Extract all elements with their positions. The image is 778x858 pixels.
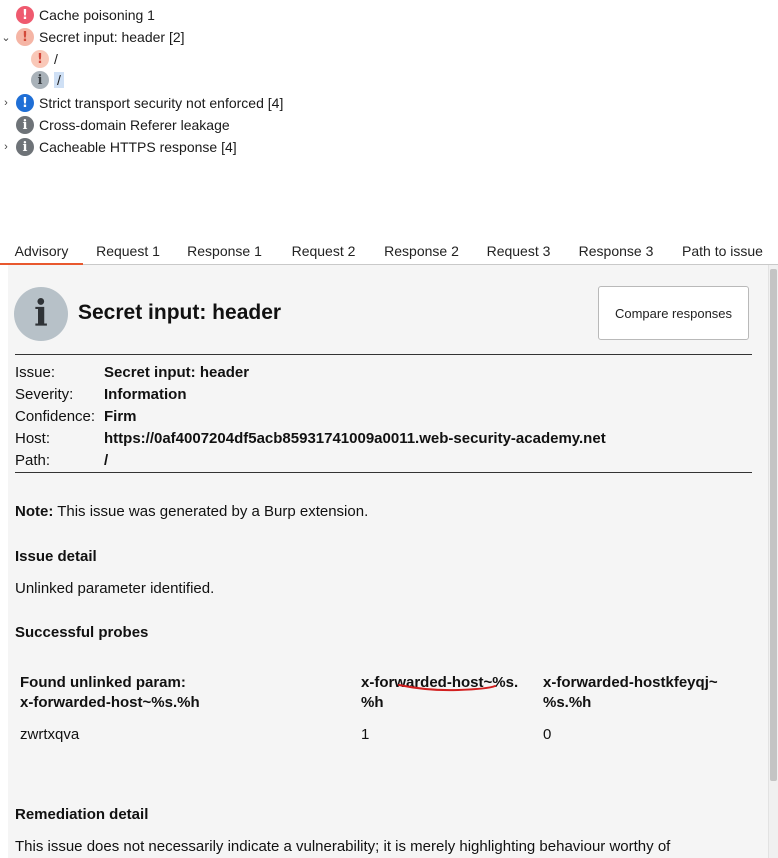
divider bbox=[15, 472, 752, 473]
detail-row-issue: Issue: Secret input: header bbox=[15, 361, 249, 383]
info-icon: i bbox=[16, 116, 34, 134]
exclamation-icon: ! bbox=[31, 50, 49, 68]
detail-key: Confidence: bbox=[15, 407, 96, 425]
tree-item-label: Secret input: header [2] bbox=[39, 29, 185, 45]
tree-item-label: / bbox=[54, 72, 64, 88]
tab-response-3[interactable]: Response 3 bbox=[565, 236, 667, 265]
exclamation-icon: ! bbox=[16, 28, 34, 46]
advisory-panel: i Secret input: header Compare responses… bbox=[8, 265, 768, 858]
tab-request-2[interactable]: Request 2 bbox=[276, 236, 371, 265]
tree-item-cacheable-https[interactable]: i Cacheable HTTPS response [4] bbox=[16, 136, 237, 158]
scrollbar-thumb[interactable] bbox=[770, 269, 777, 781]
tab-advisory[interactable]: Advisory bbox=[0, 236, 83, 265]
tab-response-1[interactable]: Response 1 bbox=[173, 236, 276, 265]
remediation-heading: Remediation detail bbox=[15, 806, 149, 823]
tree-item-cache-poisoning[interactable]: ! Cache poisoning 1 bbox=[16, 4, 155, 26]
exclamation-icon: ! bbox=[16, 94, 34, 112]
table-header-cell: x-forwarded-hostkfeyqj~ %s.%h bbox=[543, 673, 753, 713]
chevron-right-icon[interactable]: › bbox=[1, 92, 11, 114]
detail-value: Information bbox=[104, 385, 187, 403]
tree-item-label: Cacheable HTTPS response [4] bbox=[39, 139, 237, 155]
issue-detail-text: Unlinked parameter identified. bbox=[15, 580, 215, 597]
table-header-cell: Found unlinked param: x-forwarded-host~%… bbox=[20, 673, 350, 713]
tab-request-3[interactable]: Request 3 bbox=[472, 236, 565, 265]
tab-path-to-issue[interactable]: Path to issue bbox=[667, 236, 778, 265]
detail-key: Path: bbox=[15, 451, 51, 469]
info-icon: i bbox=[14, 287, 68, 341]
note-label: Note: bbox=[15, 503, 54, 520]
compare-responses-button[interactable]: Compare responses bbox=[598, 286, 749, 340]
tree-item-secret-input-header[interactable]: ! Secret input: header [2] bbox=[16, 26, 185, 48]
chevron-down-icon[interactable]: ⌄ bbox=[1, 26, 11, 48]
vertical-scrollbar[interactable] bbox=[768, 265, 778, 858]
table-header-line: %h bbox=[361, 694, 384, 711]
table-cell: 0 bbox=[543, 726, 552, 743]
tree-item-strict-transport[interactable]: ! Strict transport security not enforced… bbox=[16, 92, 283, 114]
table-header-line: Found unlinked param: bbox=[20, 674, 186, 691]
detail-row-severity: Severity: Information bbox=[15, 383, 187, 405]
table-cell: 1 bbox=[361, 726, 370, 743]
issue-detail-heading: Issue detail bbox=[15, 548, 97, 565]
tree-item-cross-domain-referer[interactable]: i Cross-domain Referer leakage bbox=[16, 114, 230, 136]
tab-response-2[interactable]: Response 2 bbox=[371, 236, 472, 265]
note: Note: This issue was generated by a Burp… bbox=[15, 503, 368, 520]
detail-value: https://0af4007204df5acb85931741009a0011… bbox=[104, 429, 606, 447]
note-text: This issue was generated by a Burp exten… bbox=[53, 503, 369, 520]
remediation-text: This issue does not necessarily indicate… bbox=[15, 838, 671, 855]
detail-key: Issue: bbox=[15, 363, 56, 381]
detail-tabs: Advisory Request 1 Response 1 Request 2 … bbox=[0, 236, 778, 265]
detail-key: Severity: bbox=[15, 385, 74, 403]
detail-value: Secret input: header bbox=[104, 363, 250, 381]
detail-row-confidence: Confidence: Firm bbox=[15, 405, 137, 427]
tree-item-path-1[interactable]: ! / bbox=[31, 48, 58, 70]
detail-row-path: Path: / bbox=[15, 449, 108, 471]
annotation-underline bbox=[398, 684, 496, 692]
issue-tree: ! Cache poisoning 1 ⌄ ! Secret input: he… bbox=[0, 0, 778, 236]
detail-row-host: Host: https://0af4007204df5acb8593174100… bbox=[15, 427, 606, 449]
tree-item-label: Cache poisoning 1 bbox=[39, 7, 155, 23]
exclamation-icon: ! bbox=[16, 6, 34, 24]
detail-value: / bbox=[104, 451, 109, 469]
tree-item-path-2[interactable]: i / bbox=[31, 69, 64, 91]
detail-key: Host: bbox=[15, 429, 51, 447]
probes-heading: Successful probes bbox=[15, 624, 149, 641]
info-icon: i bbox=[16, 138, 34, 156]
detail-value: Firm bbox=[104, 407, 137, 425]
table-header-line: %s.%h bbox=[543, 694, 592, 711]
table-header-line: x-forwarded-host~%s.%h bbox=[20, 694, 200, 711]
advisory-title: Secret input: header bbox=[78, 301, 282, 324]
tree-item-label: Strict transport security not enforced [… bbox=[39, 95, 284, 111]
chevron-right-icon[interactable]: › bbox=[1, 136, 11, 158]
table-header-line: x-forwarded-hostkfeyqj~ bbox=[543, 674, 718, 691]
table-cell: zwrtxqva bbox=[20, 726, 80, 743]
info-icon: i bbox=[31, 71, 49, 89]
tab-request-1[interactable]: Request 1 bbox=[83, 236, 173, 265]
tree-item-label: Cross-domain Referer leakage bbox=[39, 117, 230, 133]
divider bbox=[15, 354, 752, 355]
tree-item-label: / bbox=[54, 51, 58, 67]
